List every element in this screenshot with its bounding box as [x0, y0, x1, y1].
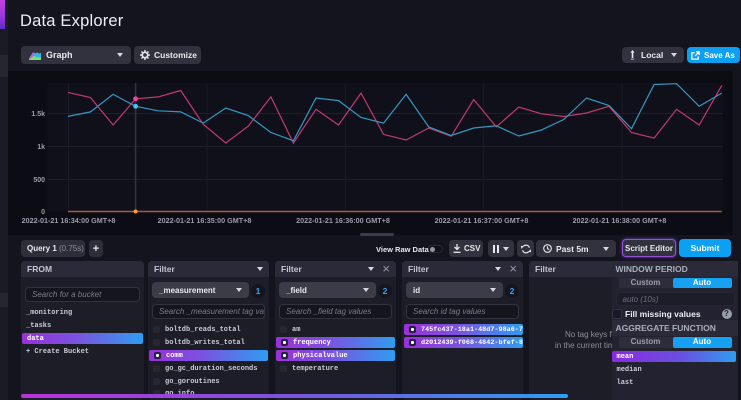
svg-text:2022-01-21 16:36:00 GMT+8: 2022-01-21 16:36:00 GMT+8: [296, 216, 390, 225]
svg-text:1k: 1k: [37, 144, 45, 151]
svg-text:2022-01-21 16:38:00 GMT+8: 2022-01-21 16:38:00 GMT+8: [573, 216, 667, 225]
svg-text:500: 500: [33, 177, 45, 184]
svg-text:1.5k: 1.5k: [31, 111, 45, 118]
svg-text:2022-01-21 16:37:00 GMT+8: 2022-01-21 16:37:00 GMT+8: [435, 216, 529, 225]
svg-text:2022-01-21 16:35:00 GMT+8: 2022-01-21 16:35:00 GMT+8: [158, 216, 252, 225]
svg-text:0: 0: [41, 209, 45, 216]
svg-text:2022-01-21 16:34:00 GMT+8: 2022-01-21 16:34:00 GMT+8: [22, 216, 116, 225]
